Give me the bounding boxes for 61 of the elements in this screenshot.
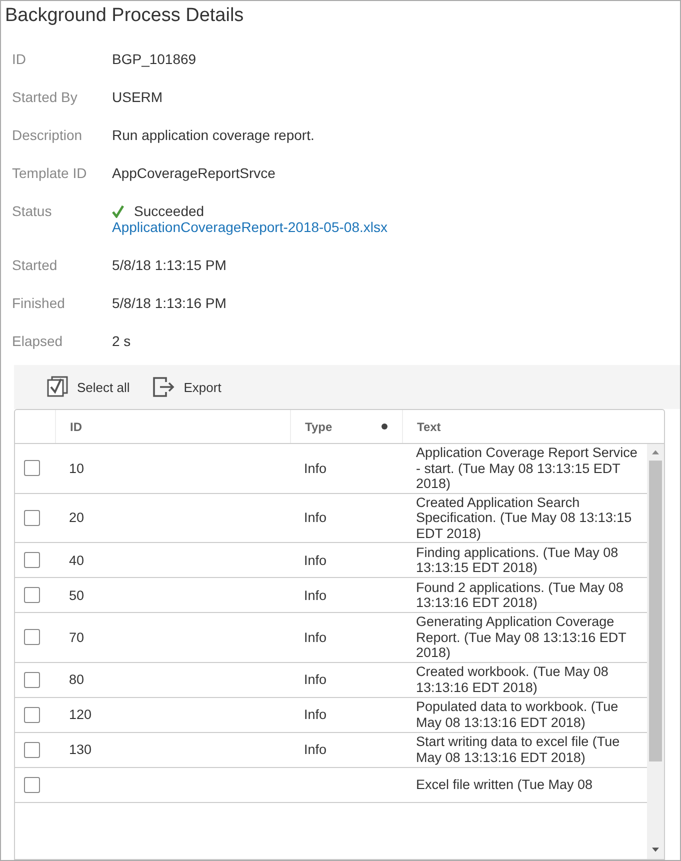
check-icon: [112, 204, 124, 218]
select-all-icon: [47, 376, 69, 398]
table-cell-text: Found 2 applications. (Tue May 08 13:13:16 EDT 2018): [415, 578, 624, 612]
table-cell-text: Start writing data to excel file (Tue May 08 13:13:16 EDT 2018): [415, 733, 621, 766]
table-cell-text: Info: [303, 552, 328, 568]
status-text: Succeeded: [134, 203, 204, 219]
table-cell-text: 20: [68, 509, 86, 526]
panel-title: Background Process Details: [4, 4, 245, 28]
field-label: Description: [12, 127, 84, 143]
select-all-button[interactable]: Select all: [47, 376, 130, 398]
table-cell-text: Info: [303, 671, 328, 688]
field-value: 5/8/18 1:13:16 PM: [112, 295, 228, 311]
row-checkbox[interactable]: [24, 510, 40, 526]
table-cell-text: Populated data to workbook. (Tue May 08 13:13:16 EDT 2018): [415, 698, 620, 731]
field-value: USERM: [112, 89, 164, 105]
table-cell-text: 10: [68, 460, 86, 477]
field-label: ID: [12, 51, 27, 67]
table-cell-text: Generating Application Coverage Report. (Tue May 08 13:13:16 EDT 2018): [415, 613, 628, 662]
table-cell-text: Info: [303, 706, 328, 723]
column-header[interactable]: Text: [402, 410, 664, 443]
row-checkbox[interactable]: [24, 629, 40, 646]
file-link[interactable]: ApplicationCoverageReport-2018-05-08.xlsx: [112, 219, 680, 235]
export-button[interactable]: Export: [152, 376, 222, 398]
column-header[interactable]: Type: [290, 410, 402, 443]
export-icon: [152, 376, 176, 398]
table-cell-text: 130: [68, 741, 93, 758]
table-cell-text: 80: [68, 671, 86, 688]
field-value: AppCoverageReportSrvce: [112, 165, 276, 181]
row-checkbox[interactable]: [24, 776, 40, 792]
field-label: Elapsed: [12, 333, 64, 349]
table-cell-text: Info: [303, 460, 328, 477]
field-label: Finished: [12, 295, 66, 311]
field-value: Run application coverage report.: [112, 127, 316, 143]
field-label: Started: [12, 257, 58, 273]
row-checkbox[interactable]: [24, 587, 40, 603]
row-checkbox[interactable]: [24, 672, 40, 688]
table-cell-text: Created Application Search Specification. (Tue May 08 13:13:15 EDT 2018): [415, 494, 633, 542]
table-cell-text: Excel file written (Tue May 08: [415, 776, 594, 794]
field-label: Template ID: [12, 165, 88, 181]
table-cell-text: Info: [303, 509, 328, 526]
table-cell-text: Application Coverage Report Service - start. (Tue May 08 13:13:15 EDT 2018): [415, 444, 638, 492]
field-value: 2 s: [112, 333, 132, 349]
row-checkbox[interactable]: [24, 742, 40, 758]
table-cell-text: Info: [303, 586, 328, 604]
row-checkbox[interactable]: [24, 706, 40, 722]
field-value: BGP_101869: [112, 51, 198, 67]
field-label: Status: [12, 203, 53, 219]
table-cell-text: Info: [303, 628, 328, 646]
field-value: 5/8/18 1:13:15 PM: [112, 257, 228, 273]
table-cell-text: Finding applications. (Tue May 08 13:13:15 EDT 2018): [415, 544, 620, 576]
row-checkbox[interactable]: [24, 552, 40, 568]
field-label: Started By: [12, 89, 78, 105]
row-checkbox[interactable]: [24, 460, 40, 476]
column-header[interactable]: ID: [55, 410, 290, 443]
table-cell-text: Info: [303, 741, 328, 758]
vertical-scrollbar[interactable]: [647, 444, 664, 859]
table-cell-text: 120: [68, 706, 93, 723]
table-cell-text: Created workbook. (Tue May 08 13:13:16 EDT 2018): [415, 663, 610, 696]
table-cell-text: 40: [68, 552, 86, 568]
table-cell-text: 50: [68, 586, 86, 604]
table-cell-text: 70: [68, 628, 86, 646]
